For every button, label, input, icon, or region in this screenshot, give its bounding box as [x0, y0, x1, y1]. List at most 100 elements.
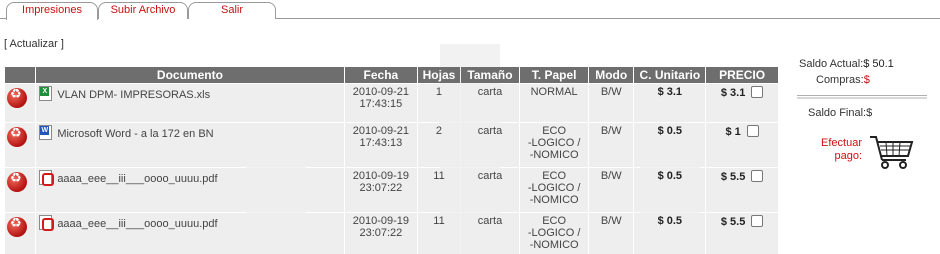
document-cell: aaaa_eee__iii___oooo_uuuu.pdf — [36, 213, 344, 254]
sheets-cell: 1 — [418, 84, 460, 122]
sheets-cell: 2 — [418, 123, 460, 167]
pay-line-2: pago: — [834, 150, 862, 162]
header-delete — [5, 67, 36, 83]
size-cell: carta — [460, 84, 520, 122]
price-cell: $ 5.5 — [706, 213, 778, 254]
date: 2010-09-21 — [352, 86, 410, 98]
time: 17:43:15 — [359, 98, 403, 110]
tab-salir[interactable]: Salir — [188, 2, 276, 19]
price-cell: $ 5.5 — [706, 168, 778, 212]
unit-cost-cell: $ 3.1 — [634, 84, 706, 122]
delete-icon[interactable] — [7, 88, 27, 108]
price: $ 5.5 — [720, 216, 746, 228]
delete-cell — [5, 123, 36, 167]
sheets-cell: 11 — [418, 213, 460, 254]
saldo-final-value: $ — [866, 107, 873, 119]
select-checkbox[interactable] — [746, 125, 759, 137]
paper-type: -LOGICO / — [527, 227, 581, 239]
delete-icon[interactable] — [7, 172, 27, 192]
document-cell: aaaa_eee__iii___oooo_uuuu.pdf — [36, 168, 344, 212]
paper-type: -LOGICO / — [527, 137, 581, 149]
compras-value: $ — [863, 74, 870, 86]
document-cell: Microsoft Word - a la 172 en BN — [36, 123, 344, 167]
paper-type: ECO — [542, 170, 567, 182]
price-cell: $ 1 — [706, 123, 778, 167]
pay-cart-button[interactable] — [868, 134, 916, 170]
date-cell: 2010-09-19 23:07:22 — [344, 213, 418, 254]
select-checkbox[interactable] — [751, 215, 764, 227]
paper-type: -NOMICO — [529, 149, 579, 161]
date-cell: 2010-09-19 23:07:22 — [344, 168, 418, 212]
paper-cell: ECO -LOGICO / -NOMICO — [520, 168, 588, 212]
paper-type: -NOMICO — [529, 194, 579, 206]
saldo-final: Saldo Final:$ — [808, 107, 872, 119]
tab-impresiones[interactable]: Impresiones — [6, 2, 98, 20]
document-cell: VLAN DPM- IMPRESORAS.xls — [36, 84, 344, 122]
paper-cell: NORMAL — [520, 84, 588, 122]
paper-cell: ECO -LOGICO / -NOMICO — [520, 123, 588, 167]
paper-type: -LOGICO / — [527, 182, 581, 194]
header-tamano: Tamaño — [460, 67, 520, 83]
time: 17:43:13 — [359, 137, 403, 149]
paper-type: -NOMICO — [529, 239, 579, 251]
select-checkbox[interactable] — [751, 170, 764, 182]
excel-file-icon — [39, 86, 53, 101]
size-cell: carta — [460, 168, 520, 212]
efectuar-pago-label: Efectuar pago: — [812, 137, 862, 163]
table-row: aaaa_eee__iii___oooo_uuuu.pdf 2010-09-19… — [5, 168, 778, 212]
pay-line-1: Efectuar — [821, 137, 862, 149]
delete-cell — [5, 168, 36, 212]
price: $ 1 — [725, 126, 741, 138]
delete-icon[interactable] — [7, 217, 27, 237]
header-precio: PRECIO — [706, 67, 778, 83]
saldo-final-label: Saldo Final: — [808, 107, 867, 119]
document-name: aaaa_eee__iii___oooo_uuuu.pdf — [57, 218, 218, 230]
paper-cell: ECO -LOGICO / -NOMICO — [520, 213, 588, 254]
header-tipo-papel: T. Papel — [520, 67, 588, 83]
header-hojas: Hojas — [418, 67, 460, 83]
tab-bar: Impresiones Subir Archivo Salir — [0, 0, 940, 20]
size-cell: carta — [460, 213, 520, 254]
mode-cell: B/W — [589, 84, 634, 122]
date-cell: 2010-09-21 17:43:15 — [344, 84, 418, 122]
word-file-icon — [39, 125, 53, 140]
time: 23:07:22 — [359, 182, 403, 194]
date-cell: 2010-09-21 17:43:13 — [344, 123, 418, 167]
table-row: aaaa_eee__iii___oooo_uuuu.pdf 2010-09-19… — [5, 213, 778, 254]
mode-cell: B/W — [589, 168, 634, 212]
compras: Compras:$ — [816, 74, 870, 86]
delete-cell — [5, 213, 36, 254]
paper-type: NORMAL — [530, 86, 578, 98]
unit-cost-cell: $ 0.5 — [634, 123, 706, 167]
paper-type: ECO — [542, 125, 567, 137]
saldo-actual-label: Saldo Actual: — [799, 58, 864, 70]
document-name: aaaa_eee__iii___oooo_uuuu.pdf — [57, 173, 218, 185]
header-fecha: Fecha — [344, 67, 418, 83]
pdf-file-icon — [39, 215, 55, 231]
saldo-actual-value: $ 50.1 — [863, 58, 894, 70]
table-header-row: Documento Fecha Hojas Tamaño T. Papel Mo… — [5, 67, 778, 83]
time: 23:07:22 — [359, 227, 403, 239]
unit-cost-cell: $ 0.5 — [634, 213, 706, 254]
table-row: Microsoft Word - a la 172 en BN 2010-09-… — [5, 123, 778, 167]
mode-cell: B/W — [589, 123, 634, 167]
shopping-cart-icon — [870, 136, 914, 169]
unit-cost-cell: $ 0.5 — [634, 168, 706, 212]
date: 2010-09-19 — [352, 170, 410, 182]
size-cell: carta — [460, 123, 520, 167]
document-name: VLAN DPM- IMPRESORAS.xls — [57, 89, 211, 101]
delete-icon[interactable] — [7, 127, 27, 147]
paper-type: ECO — [542, 215, 567, 227]
select-checkbox[interactable] — [751, 86, 764, 98]
refresh-link[interactable]: [ Actualizar ] — [4, 38, 64, 50]
price: $ 5.5 — [720, 171, 746, 183]
price-cell: $ 3.1 — [706, 84, 778, 122]
price: $ 3.1 — [720, 87, 746, 99]
table-row: VLAN DPM- IMPRESORAS.xls 2010-09-2117:43… — [5, 84, 778, 122]
document-name: Microsoft Word - a la 172 en BN — [57, 128, 214, 140]
tab-subir-archivo[interactable]: Subir Archivo — [98, 2, 188, 19]
delete-cell — [5, 84, 36, 122]
mode-cell: B/W — [589, 213, 634, 254]
compras-label: Compras: — [816, 74, 864, 86]
pdf-file-icon — [39, 170, 55, 186]
